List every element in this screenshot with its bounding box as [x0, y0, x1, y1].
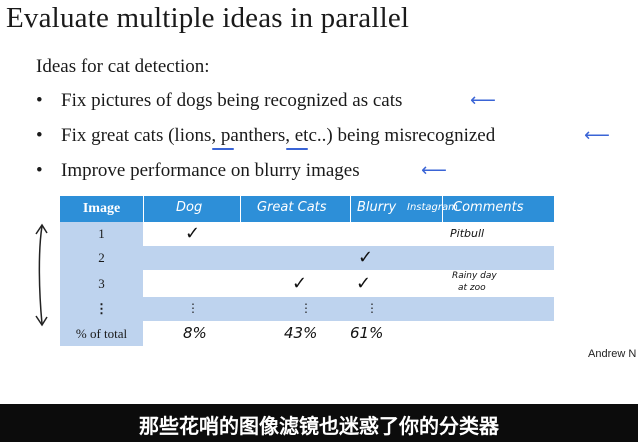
hand-arrow-icon: ⟵ [421, 160, 447, 181]
bullet-item-great-cats: • Fix great cats (lions, panthers, etc..)… [36, 125, 495, 147]
ellipsis-mark: ⋮ [187, 301, 199, 315]
check-mark-icon: ✓ [358, 247, 374, 268]
table-totals-row: % of total 8% 43% 61% [60, 321, 554, 346]
total-label: % of total [60, 321, 143, 346]
total-blurry: 61% [350, 324, 384, 342]
hand-underline-mark [286, 148, 308, 150]
table-row: 1 ✓ Pitbull [60, 222, 554, 246]
subtitle-caption: 那些花哨的图像滤镜也迷惑了你的分类器 [139, 414, 499, 438]
hand-arrow-icon: ⟵ [470, 90, 496, 111]
comment-text-line1: Rainy day [452, 271, 497, 281]
lecture-slide: Evaluate multiple ideas in parallel Idea… [0, 0, 638, 404]
bullet-text: Fix pictures of dogs being recognized as… [61, 90, 403, 111]
table-row: 2 ✓ [60, 246, 554, 270]
total-great-cats: 43% [284, 324, 318, 342]
bullet-dot: • [36, 160, 43, 181]
hand-arrow-icon: ⟵ [584, 125, 610, 146]
slide-title: Evaluate multiple ideas in parallel [6, 2, 410, 34]
comment-text: Pitbull [450, 227, 485, 240]
bullet-item-dogs: • Fix pictures of dogs being recognized a… [36, 90, 402, 112]
bullet-text: Fix great cats (lions, panthers, etc..) … [61, 125, 496, 146]
ellipsis-mark: ⋮ [300, 301, 312, 315]
header-blurry: Blurry [357, 200, 397, 215]
image-id-cell: ⋮ [60, 297, 143, 321]
bullet-dot: • [36, 90, 43, 111]
slide-subtitle: Ideas for cat detection: [36, 56, 210, 77]
hand-underline-mark [212, 148, 234, 150]
check-mark-icon: ✓ [356, 273, 372, 294]
bullet-item-blurry: • Improve performance on blurry images [36, 160, 360, 182]
total-dog: 8% [183, 324, 207, 342]
double-arrow-icon [35, 223, 48, 327]
header-image: Image [82, 201, 121, 216]
header-comments: Comments [453, 200, 524, 215]
check-mark-icon: ✓ [292, 273, 308, 294]
image-id-cell: 2 [60, 246, 143, 270]
author-credit: Andrew N [588, 348, 637, 360]
comment-text-line2: at zoo [458, 283, 486, 293]
image-id-cell: 1 [60, 222, 143, 246]
check-mark-icon: ✓ [185, 223, 201, 244]
table-row: ⋮ ⋮ ⋮ ⋮ [60, 297, 554, 321]
header-dog: Dog [176, 200, 203, 215]
bullet-text: Improve performance on blurry images [61, 160, 360, 181]
bullet-dot: • [36, 125, 43, 146]
table-row: 3 ✓ ✓ Rainy day at zoo [60, 270, 554, 297]
image-id-cell: 3 [60, 270, 143, 297]
ellipsis-mark: ⋮ [366, 301, 378, 315]
header-great-cats: Great Cats [257, 200, 327, 215]
table-header-row: Image Dog Great Cats Blurry Instagram Co… [60, 196, 554, 222]
